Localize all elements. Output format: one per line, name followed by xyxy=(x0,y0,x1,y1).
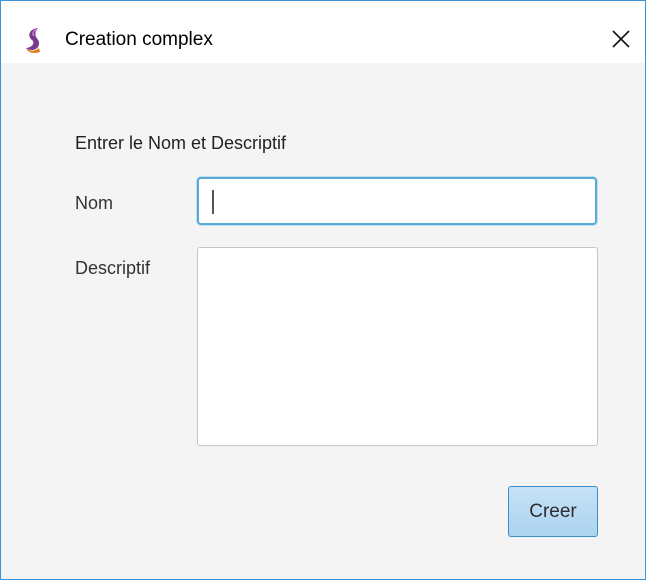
nom-label: Nom xyxy=(75,193,114,213)
form-heading: Entrer le Nom et Descriptif xyxy=(75,133,287,153)
dialog-window: Creation complex Entrer le Nom et Descri… xyxy=(0,0,646,580)
close-button[interactable] xyxy=(597,19,645,63)
app-logo-icon xyxy=(23,26,45,54)
window-title: Creation complex xyxy=(65,29,213,50)
creer-button[interactable]: Creer xyxy=(508,486,598,537)
descriptif-textarea[interactable] xyxy=(197,247,598,446)
nom-input[interactable] xyxy=(197,177,597,225)
close-icon xyxy=(611,29,631,54)
descriptif-label: Descriptif xyxy=(75,258,151,278)
dialog-content: Entrer le Nom et Descriptif Nom Descript… xyxy=(1,63,645,579)
text-caret xyxy=(212,190,214,214)
title-bar[interactable]: Creation complex xyxy=(1,1,645,63)
